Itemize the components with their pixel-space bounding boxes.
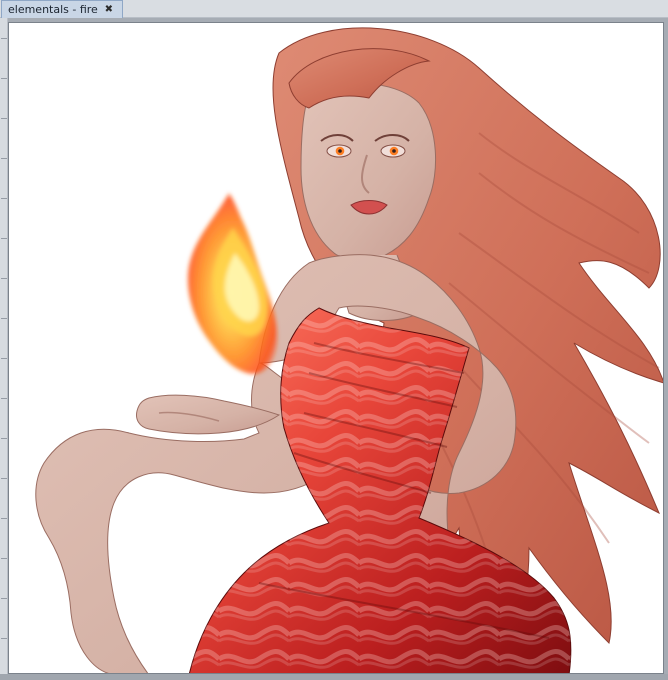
bottom-border	[0, 674, 668, 680]
ruler-tick	[1, 558, 7, 559]
ruler-tick	[1, 518, 7, 519]
artwork-svg	[35, 27, 663, 673]
ruler-tick	[1, 398, 7, 399]
ruler-tick	[1, 38, 7, 39]
ruler-tick	[1, 238, 7, 239]
ruler-tick	[1, 318, 7, 319]
image-editor-window: elementals - fire ✖	[0, 0, 668, 680]
ruler-tick	[1, 438, 7, 439]
document-tab-title: elementals - fire	[8, 2, 98, 16]
ruler-tick	[1, 198, 7, 199]
ruler-tick	[1, 638, 7, 639]
ruler-tick	[1, 118, 7, 119]
canvas-workspace[interactable]	[0, 18, 668, 680]
ruler-tick	[1, 358, 7, 359]
ruler-tick	[1, 598, 7, 599]
fire	[187, 193, 277, 374]
ruler-tick	[1, 158, 7, 159]
ruler-tick	[1, 478, 7, 479]
vertical-ruler[interactable]	[0, 18, 8, 680]
drawing-canvas[interactable]	[8, 22, 664, 674]
close-icon[interactable]: ✖	[104, 4, 114, 15]
document-tabstrip: elementals - fire ✖	[0, 0, 668, 18]
ruler-tick	[1, 78, 7, 79]
ruler-tick	[1, 278, 7, 279]
document-tab[interactable]: elementals - fire ✖	[1, 0, 123, 18]
